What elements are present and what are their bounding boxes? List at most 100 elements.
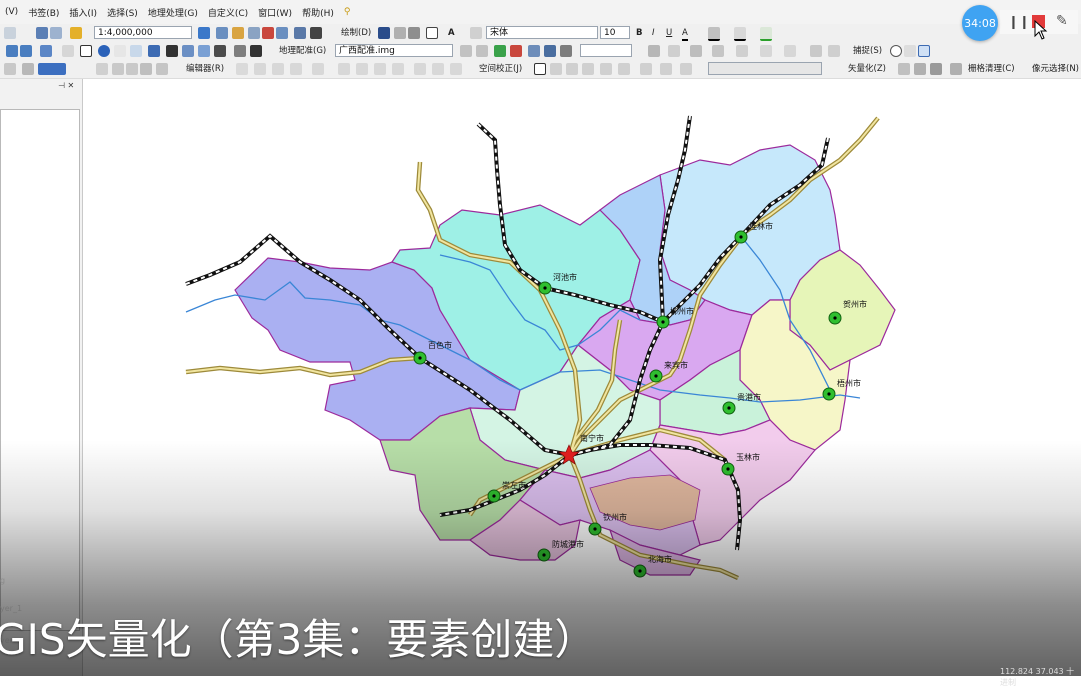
sketch-properties-icon[interactable] bbox=[392, 63, 404, 75]
vertex-snap-icon[interactable] bbox=[918, 45, 930, 57]
time-slider-icon[interactable] bbox=[214, 45, 226, 57]
line-color-icon[interactable] bbox=[734, 27, 746, 41]
edit-tool-icon[interactable] bbox=[236, 63, 248, 75]
select-features-icon[interactable] bbox=[40, 45, 52, 57]
undo-icon[interactable] bbox=[36, 27, 48, 39]
identity-link-icon[interactable] bbox=[618, 63, 630, 75]
font-name-select[interactable]: 宋体 bbox=[486, 26, 598, 39]
vectorization-trace-icon[interactable] bbox=[914, 63, 926, 75]
map-scale-input[interactable]: 1:4,000,000 bbox=[94, 26, 192, 39]
map-view[interactable]: 河池市 桂林市 柳州市 贺州市 百色市 来宾市 梧州市 贵港市 南宁市 玉林市 … bbox=[83, 79, 1081, 676]
split-icon[interactable] bbox=[338, 63, 350, 75]
marker-color-icon[interactable] bbox=[760, 27, 772, 41]
view-link-table-icon[interactable] bbox=[544, 45, 556, 57]
grid-icon[interactable] bbox=[4, 63, 16, 75]
menu-view[interactable]: (V) bbox=[0, 7, 23, 17]
go-to-xy-icon[interactable] bbox=[198, 45, 210, 57]
layer-options-icon[interactable] bbox=[810, 45, 822, 57]
rotate-icon[interactable] bbox=[394, 27, 406, 39]
attributes-icon[interactable] bbox=[374, 63, 386, 75]
draw-menu[interactable]: 绘制(D) bbox=[341, 27, 371, 39]
menu-insert[interactable]: 插入(I) bbox=[64, 6, 102, 19]
arctoolbox-icon[interactable] bbox=[262, 27, 274, 39]
link-table-icon[interactable] bbox=[528, 45, 540, 57]
swipe-icon[interactable] bbox=[250, 45, 262, 57]
contrast-icon[interactable] bbox=[736, 45, 748, 57]
raster-painting-icon[interactable] bbox=[950, 63, 962, 75]
help-pointer-icon[interactable]: ⚲ bbox=[339, 7, 356, 17]
toc-layer-item[interactable]: g bbox=[0, 576, 5, 585]
catalog-icon[interactable] bbox=[232, 27, 244, 39]
point-snap-icon[interactable] bbox=[890, 45, 902, 57]
model-builder-icon[interactable] bbox=[294, 27, 306, 39]
find-icon[interactable] bbox=[166, 45, 178, 57]
find-route-icon[interactable] bbox=[182, 45, 194, 57]
limited-adjust-icon[interactable] bbox=[640, 63, 652, 75]
italic-button[interactable]: I bbox=[652, 27, 655, 39]
underline-button[interactable]: U bbox=[666, 27, 672, 39]
rotate-raster-icon[interactable] bbox=[460, 45, 472, 57]
spatial-adjustment-menu[interactable]: 空间校正(J) bbox=[479, 63, 522, 75]
select-arrow-icon[interactable] bbox=[80, 45, 92, 57]
annotate-pen-icon[interactable]: ✎ bbox=[1056, 13, 1068, 29]
vectorization-menu[interactable]: 矢量化(Z) bbox=[848, 63, 886, 75]
page-setup-icon[interactable] bbox=[96, 63, 108, 75]
pan-page-icon[interactable] bbox=[126, 63, 138, 75]
flicker-icon[interactable] bbox=[712, 45, 724, 57]
layout-icon[interactable] bbox=[22, 63, 34, 75]
redo-icon[interactable] bbox=[50, 27, 62, 39]
create-features-icon[interactable] bbox=[414, 63, 426, 75]
georef-layer-select[interactable]: 广西配准.img bbox=[335, 44, 453, 57]
raster-cleanup-menu[interactable]: 栅格清理(C) bbox=[968, 63, 1015, 75]
view-link-table-2-icon[interactable] bbox=[660, 63, 672, 75]
toc-pin-close[interactable]: ⊣ ✕ bbox=[58, 81, 74, 90]
snapping-grid-icon[interactable] bbox=[828, 45, 840, 57]
topology-icon[interactable] bbox=[432, 63, 444, 75]
layer-effects-icon[interactable] bbox=[668, 45, 680, 57]
draft-mode-icon[interactable] bbox=[156, 63, 168, 75]
reshape-icon[interactable] bbox=[312, 63, 324, 75]
transparency-icon[interactable] bbox=[690, 45, 702, 57]
end-snap-icon[interactable] bbox=[904, 45, 916, 57]
identify-icon[interactable] bbox=[98, 45, 110, 57]
snapping-menu[interactable]: 捕捉(S) bbox=[853, 45, 882, 57]
pencil-icon[interactable] bbox=[930, 63, 942, 75]
editor-menu[interactable]: 编辑器(R) bbox=[186, 63, 224, 75]
menu-bookmarks[interactable]: 书签(B) bbox=[23, 6, 64, 19]
create-viewer-icon[interactable] bbox=[234, 45, 246, 57]
modify-link-icon[interactable] bbox=[566, 63, 578, 75]
vectorization-settings-icon[interactable] bbox=[898, 63, 910, 75]
georef-value-input[interactable] bbox=[580, 44, 632, 57]
endpoint-arc-icon[interactable] bbox=[290, 63, 302, 75]
python-icon[interactable] bbox=[276, 27, 288, 39]
select-elements-icon[interactable] bbox=[378, 27, 390, 39]
menu-geoprocessing[interactable]: 地理处理(G) bbox=[143, 6, 203, 19]
menu-windows[interactable]: 窗口(W) bbox=[253, 6, 297, 19]
zoom-whole-page-icon[interactable] bbox=[408, 27, 420, 39]
html-popup-icon[interactable] bbox=[130, 45, 142, 57]
fill-color-icon[interactable] bbox=[708, 27, 720, 41]
forward-extent-icon[interactable] bbox=[20, 45, 32, 57]
gamma-icon[interactable] bbox=[784, 45, 796, 57]
table-icon[interactable] bbox=[216, 27, 228, 39]
draw-toolbar-icon[interactable] bbox=[310, 27, 322, 39]
adjust-select-icon[interactable] bbox=[534, 63, 546, 75]
back-extent-icon[interactable] bbox=[6, 45, 18, 57]
attribute-transfer-icon[interactable] bbox=[680, 63, 692, 75]
trace-icon[interactable] bbox=[272, 63, 284, 75]
edit-vertices-icon[interactable] bbox=[470, 27, 482, 39]
georeferencing-menu[interactable]: 地理配准(G) bbox=[279, 45, 326, 57]
auto-adjust-icon[interactable] bbox=[560, 45, 572, 57]
menu-customize[interactable]: 自定义(C) bbox=[203, 6, 253, 19]
snap-options-icon[interactable] bbox=[450, 63, 462, 75]
measure-link-icon[interactable] bbox=[600, 63, 612, 75]
clear-selection-icon[interactable] bbox=[62, 45, 74, 57]
pause-icon[interactable]: ❙❙ bbox=[1008, 15, 1030, 30]
new-displacement-link-icon[interactable] bbox=[550, 63, 562, 75]
shift-raster-icon[interactable] bbox=[476, 45, 488, 57]
straight-segment-icon[interactable] bbox=[254, 63, 266, 75]
zoom-percent-icon[interactable] bbox=[140, 63, 152, 75]
brightness-icon[interactable] bbox=[760, 45, 772, 57]
effects-icon[interactable] bbox=[648, 45, 660, 57]
hyperlink-icon[interactable] bbox=[114, 45, 126, 57]
